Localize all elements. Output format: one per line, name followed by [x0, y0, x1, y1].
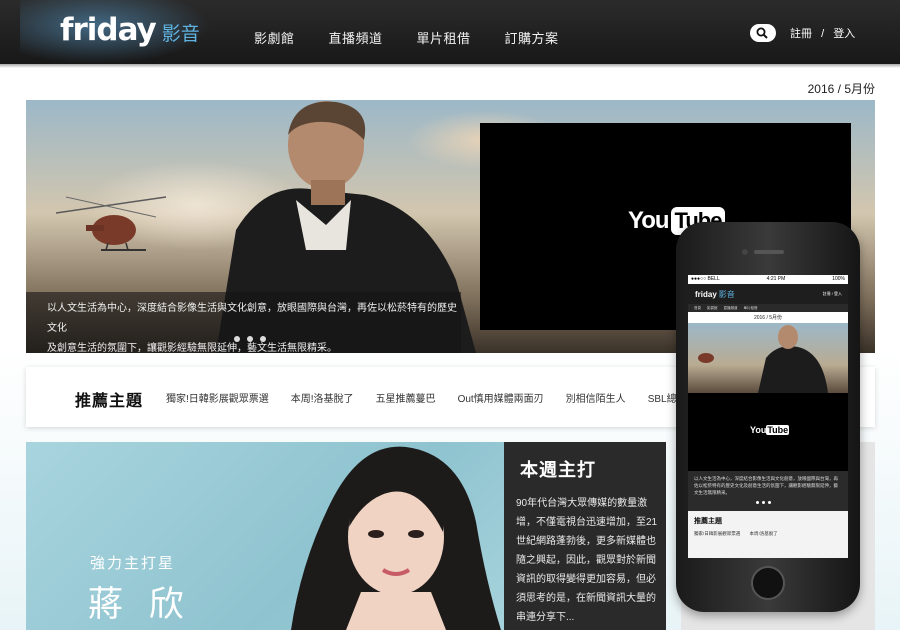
- weekly-highlight-panel: 本週主打 90年代台灣大眾傳媒的數量激增，不僅電視台迅速增加，至21世紀網路蓬勃…: [504, 442, 666, 630]
- phone-time: 4:21 PM: [766, 276, 786, 282]
- topic-link[interactable]: 五星推薦蔓巴: [376, 390, 436, 405]
- phone-topics: 推薦主題 獨家!日韓影展觀眾票選 本周!洛基脫了: [688, 511, 848, 558]
- phone-topic-list: 獨家!日韓影展觀眾票選 本周!洛基脫了: [694, 531, 842, 537]
- register-link[interactable]: 註冊: [790, 28, 812, 40]
- phone-topics-title: 推薦主題: [694, 518, 722, 525]
- phone-status-bar: ●●●○○ BELL 4:21 PM 100%: [688, 275, 848, 284]
- phone-screen: ●●●○○ BELL 4:21 PM 100% friday 影音 註冊 / 登入…: [688, 275, 848, 558]
- carousel-dot[interactable]: [234, 336, 240, 342]
- topic-list: 獨家!日韓影展觀眾票選 本周!洛基脫了 五星推薦蔓巴 Out慎用媒體兩面刃 別相…: [166, 390, 729, 405]
- phone-mockup: ●●●○○ BELL 4:21 PM 100% friday 影音 註冊 / 登入…: [676, 222, 860, 612]
- phone-caption: 以人文生活為中心，深度結合影像生活與文化創意，放眼國際與台灣，再佐以松菸特有的歷…: [688, 471, 848, 511]
- phone-yt-tube: Tube: [766, 425, 790, 435]
- phone-auth[interactable]: 註冊 / 登入: [823, 291, 842, 297]
- topic-link[interactable]: 別相信陌生人: [566, 390, 626, 405]
- featured-actress-image: [291, 446, 501, 630]
- hero-caption: 以人文生活為中心，深度結合影像生活與文化創意，放眼國際與台灣，再佐以松菸特有的歷…: [26, 292, 461, 353]
- phone-logo-sub: 影音: [718, 290, 735, 299]
- phone-home-button: [751, 566, 785, 600]
- featured-star-section[interactable]: 強力主打星 蔣 欣 本週主打 90年代台灣大眾傳媒的數量激增，不僅電視台迅速增加…: [26, 442, 666, 630]
- phone-nav-item[interactable]: 單片租借: [744, 306, 758, 312]
- topic-link[interactable]: 本周!洛基脫了: [291, 390, 354, 405]
- hero-caption-line: 以人文生活為中心，深度結合影像生活與文化創意，放眼國際與台灣，再佐以松菸特有的歷…: [47, 303, 457, 334]
- phone-carousel-dots: [756, 501, 774, 504]
- search-button[interactable]: [750, 24, 776, 42]
- phone-logo-word: friday: [695, 290, 717, 299]
- phone-hero-actor: [698, 325, 828, 393]
- main-nav: 影劇館 直播頻道 單片租借 訂購方案: [254, 28, 593, 47]
- top-navigation-bar: friday 影音 影劇館 直播頻道 單片租借 訂購方案 註冊 / 登入: [0, 0, 900, 68]
- phone-logo[interactable]: friday 影音: [695, 289, 735, 300]
- login-link[interactable]: 登入: [833, 28, 855, 40]
- carousel-dot[interactable]: [247, 336, 253, 342]
- phone-battery: 100%: [832, 276, 845, 282]
- featured-star-name: 蔣 欣: [88, 585, 192, 624]
- nav-item-live[interactable]: 直播頻道: [329, 28, 383, 47]
- carousel-dot[interactable]: [260, 336, 266, 342]
- logo-subtitle: 影音: [161, 24, 200, 45]
- logo-wordmark: friday: [60, 12, 157, 48]
- phone-header: friday 影音 註冊 / 登入: [688, 284, 848, 304]
- panel-text: 90年代台灣大眾傳媒的數量激增，不僅電視台迅速增加，至21世紀網路蓬勃後，更多新…: [516, 498, 658, 623]
- topic-link[interactable]: Out慎用媒體兩面刃: [458, 390, 544, 405]
- nav-item-drama[interactable]: 影劇館: [254, 28, 295, 47]
- phone-hero-image[interactable]: [688, 323, 848, 393]
- phone-earpiece: [754, 250, 784, 254]
- search-icon: [756, 27, 768, 39]
- phone-nav-item[interactable]: 直播頻道: [724, 306, 738, 312]
- phone-topic-link[interactable]: 本周!洛基脫了: [750, 531, 778, 536]
- carousel-dot[interactable]: [762, 501, 765, 504]
- phone-yt-you: You: [750, 425, 767, 435]
- nav-item-rental[interactable]: 單片租借: [417, 28, 471, 47]
- phone-nav-item[interactable]: 首頁: [694, 306, 701, 312]
- site-logo[interactable]: friday 影音: [60, 12, 200, 48]
- phone-nav-item[interactable]: 影劇館: [707, 306, 718, 312]
- carousel-dot[interactable]: [756, 501, 759, 504]
- topic-link[interactable]: 獨家!日韓影展觀眾票選: [166, 390, 269, 405]
- helicopter-illustration: [56, 196, 167, 251]
- phone-date: 2016 / 5月份: [753, 315, 783, 321]
- carousel-dot[interactable]: [768, 501, 771, 504]
- phone-video-player[interactable]: YouTube: [688, 393, 848, 471]
- auth-separator: /: [821, 28, 825, 40]
- carousel-dots: [234, 336, 273, 342]
- topics-title: 推薦主題: [75, 393, 144, 410]
- youtube-logo-you: You: [628, 207, 670, 234]
- phone-topic-link[interactable]: 獨家!日韓影展觀眾票選: [694, 531, 740, 536]
- panel-title: 本週主打: [520, 460, 596, 480]
- issue-date: 2016 / 5月份: [807, 82, 875, 96]
- phone-carrier: ●●●○○ BELL: [691, 276, 720, 282]
- phone-camera: [742, 249, 748, 255]
- auth-links: 註冊 / 登入: [790, 25, 861, 41]
- phone-caption-text: 以人文生活為中心，深度結合影像生活與文化創意，放眼國際與台灣，再佐以松菸特有的歷…: [694, 476, 838, 495]
- nav-item-plans[interactable]: 訂購方案: [505, 28, 559, 47]
- featured-tag: 強力主打星: [90, 555, 176, 572]
- phone-youtube-logo: YouTube: [750, 425, 790, 435]
- phone-nav: 首頁 影劇館 直播頻道 單片租借: [688, 304, 848, 312]
